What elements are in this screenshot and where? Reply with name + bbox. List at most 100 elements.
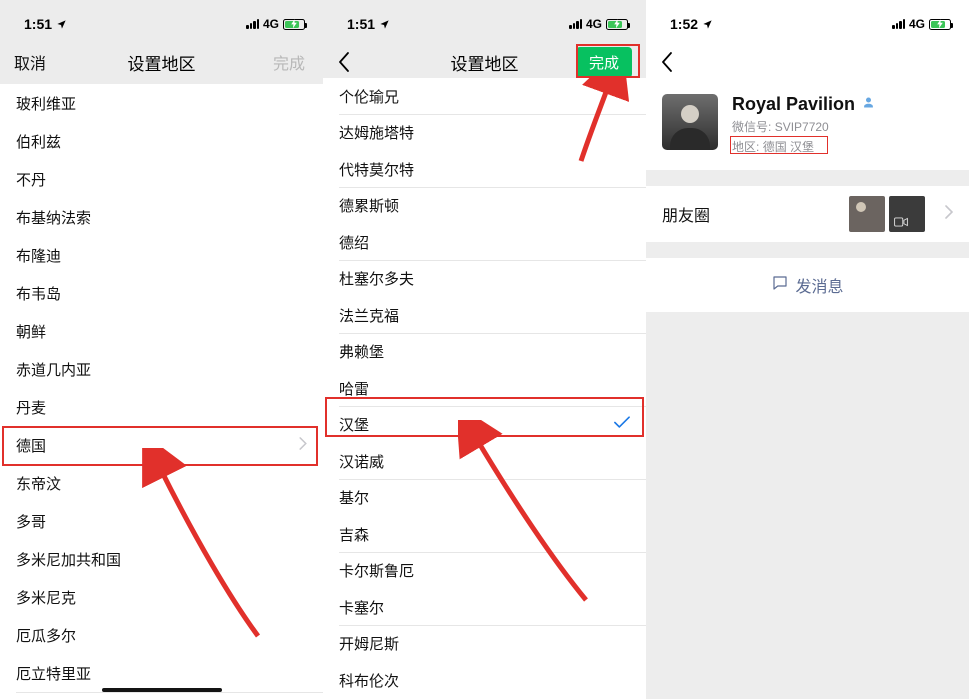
navbar: 取消 设置地区 完成	[0, 40, 323, 84]
list-item[interactable]: 玻利维亚	[0, 84, 323, 122]
list-item[interactable]: 不丹	[0, 160, 323, 198]
network-label: 4G	[263, 17, 279, 31]
country-label: 朝鲜	[16, 321, 46, 342]
cancel-button[interactable]: 取消	[14, 40, 46, 84]
list-item[interactable]: 丹麦	[0, 388, 323, 426]
wechat-id: 微信号: SVIP7720	[732, 118, 876, 135]
list-item[interactable]: 多米尼克	[0, 578, 323, 616]
country-label: 布基纳法索	[16, 207, 91, 228]
country-label: 厄立特里亚	[16, 663, 91, 684]
city-label: 个伦瑜兄	[339, 86, 399, 107]
city-label: 代特莫尔特	[339, 159, 414, 180]
city-label: 法兰克福	[339, 305, 399, 326]
city-label: 吉森	[339, 524, 369, 545]
send-message-button[interactable]: 发消息	[646, 258, 969, 312]
list-item[interactable]: 多哥	[0, 502, 323, 540]
signal-icon	[246, 19, 259, 29]
network-label: 4G	[909, 17, 925, 31]
country-label: 多哥	[16, 511, 46, 532]
list-item[interactable]: 朝鲜	[0, 312, 323, 350]
moments-thumb-video	[889, 196, 925, 232]
chat-icon	[771, 274, 789, 297]
profile-name: Royal Pavilion	[732, 94, 855, 115]
status-time: 1:52	[670, 16, 698, 32]
battery-icon	[929, 19, 951, 30]
city-label: 汉堡	[339, 414, 369, 435]
city-label: 哈雷	[339, 378, 369, 399]
city-label: 卡尔斯鲁厄	[339, 560, 414, 581]
screen-profile: 1:52 4G	[646, 0, 969, 699]
back-button[interactable]	[660, 40, 674, 84]
list-item[interactable]: 开姆尼斯	[323, 626, 646, 663]
list-item[interactable]: 个伦瑜兄	[323, 78, 646, 115]
city-label: 汉诺威	[339, 451, 384, 472]
list-item[interactable]: 厄立特里亚	[0, 654, 323, 692]
country-list[interactable]: 玻利维亚伯利兹不丹布基纳法索布隆迪布韦岛朝鲜赤道几内亚丹麦德国东帝汶多哥多米尼加…	[0, 84, 323, 692]
country-label: 布韦岛	[16, 283, 61, 304]
home-indicator	[102, 688, 222, 692]
country-label: 赤道几内亚	[16, 359, 91, 380]
city-label: 科布伦次	[339, 670, 399, 691]
list-item[interactable]: 弗赖堡	[323, 334, 646, 371]
list-item[interactable]: 布韦岛	[0, 274, 323, 312]
list-item[interactable]: 伯利兹	[0, 122, 323, 160]
friend-icon	[861, 95, 876, 115]
city-label: 基尔	[339, 487, 369, 508]
status-time: 1:51	[347, 16, 375, 32]
chevron-right-icon	[945, 205, 953, 224]
city-label: 德累斯顿	[339, 195, 399, 216]
list-item[interactable]: 吉森	[323, 516, 646, 553]
done-button-disabled: 完成	[273, 40, 309, 84]
moments-thumbs	[849, 196, 925, 232]
list-item[interactable]: 卡尔斯鲁厄	[323, 553, 646, 590]
list-item[interactable]: 基尔	[323, 480, 646, 517]
country-label: 东帝汶	[16, 473, 61, 494]
list-item[interactable]: 多米尼加共和国	[0, 540, 323, 578]
country-label: 玻利维亚	[16, 93, 76, 114]
country-label: 多米尼加共和国	[16, 549, 121, 570]
list-item[interactable]: 东帝汶	[0, 464, 323, 502]
status-bar: 1:51 4G	[0, 0, 323, 40]
list-item[interactable]: 法兰克福	[323, 297, 646, 334]
country-label: 伯利兹	[16, 131, 61, 152]
send-message-label: 发消息	[795, 273, 843, 297]
page-title: 设置地区	[128, 50, 196, 75]
screen-region-city: 1:51 4G 设置地区	[323, 0, 646, 699]
list-item[interactable]: 德累斯顿	[323, 188, 646, 225]
list-item[interactable]: 汉诺威	[323, 443, 646, 480]
list-item[interactable]: 德国	[0, 426, 323, 464]
network-label: 4G	[586, 17, 602, 31]
list-item[interactable]: 科布伦次	[323, 662, 646, 699]
profile-card: Royal Pavilion 微信号: SVIP7720 地区: 德国 汉堡	[646, 84, 969, 170]
list-item[interactable]: 代特莫尔特	[323, 151, 646, 188]
navbar	[646, 40, 969, 84]
list-item[interactable]: 布隆迪	[0, 236, 323, 274]
moments-thumb	[849, 196, 885, 232]
list-item[interactable]: 赤道几内亚	[0, 350, 323, 388]
city-label: 弗赖堡	[339, 341, 384, 362]
signal-icon	[569, 19, 582, 29]
moments-label: 朋友圈	[662, 202, 710, 226]
location-icon	[702, 19, 713, 30]
city-list[interactable]: 个伦瑜兄达姆施塔特代特莫尔特德累斯顿德绍杜塞尔多夫法兰克福弗赖堡哈雷汉堡汉诺威基…	[323, 78, 646, 699]
country-label: 厄瓜多尔	[16, 625, 76, 646]
moments-row[interactable]: 朋友圈	[646, 186, 969, 242]
screen-region-country: 1:51 4G 取消 设置地区 完成 玻利维亚伯利兹不	[0, 0, 323, 699]
list-item[interactable]: 卡塞尔	[323, 589, 646, 626]
city-label: 达姆施塔特	[339, 122, 414, 143]
done-button-label: 完成	[576, 47, 632, 78]
list-item[interactable]: 哈雷	[323, 370, 646, 407]
region-text: 地区: 德国 汉堡	[732, 140, 814, 154]
list-item[interactable]: 德绍	[323, 224, 646, 261]
avatar[interactable]	[662, 94, 718, 150]
city-label: 开姆尼斯	[339, 633, 399, 654]
list-item[interactable]: 达姆施塔特	[323, 115, 646, 152]
country-label: 不丹	[16, 169, 46, 190]
list-item[interactable]: 布基纳法索	[0, 198, 323, 236]
list-item[interactable]: 杜塞尔多夫	[323, 261, 646, 298]
page-title: 设置地区	[451, 50, 519, 75]
list-item[interactable]: 汉堡	[323, 407, 646, 444]
list-item[interactable]: 厄瓜多尔	[0, 616, 323, 654]
battery-icon	[283, 19, 305, 30]
status-bar: 1:51 4G	[323, 0, 646, 40]
